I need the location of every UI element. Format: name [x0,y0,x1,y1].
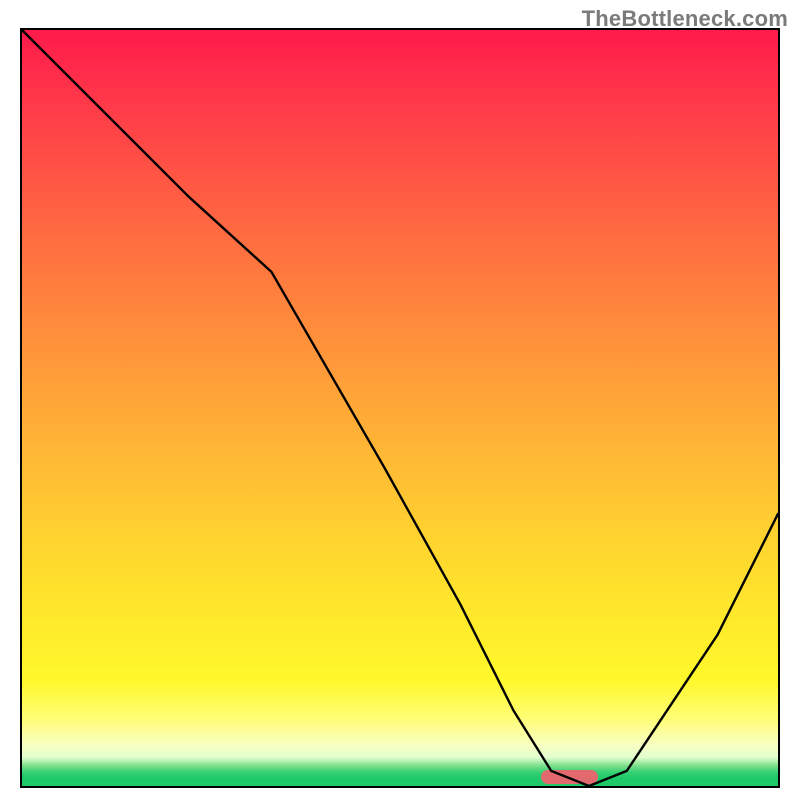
plot-area [20,28,780,788]
chart-container: TheBottleneck.com [0,0,800,800]
bottleneck-curve [22,30,778,786]
